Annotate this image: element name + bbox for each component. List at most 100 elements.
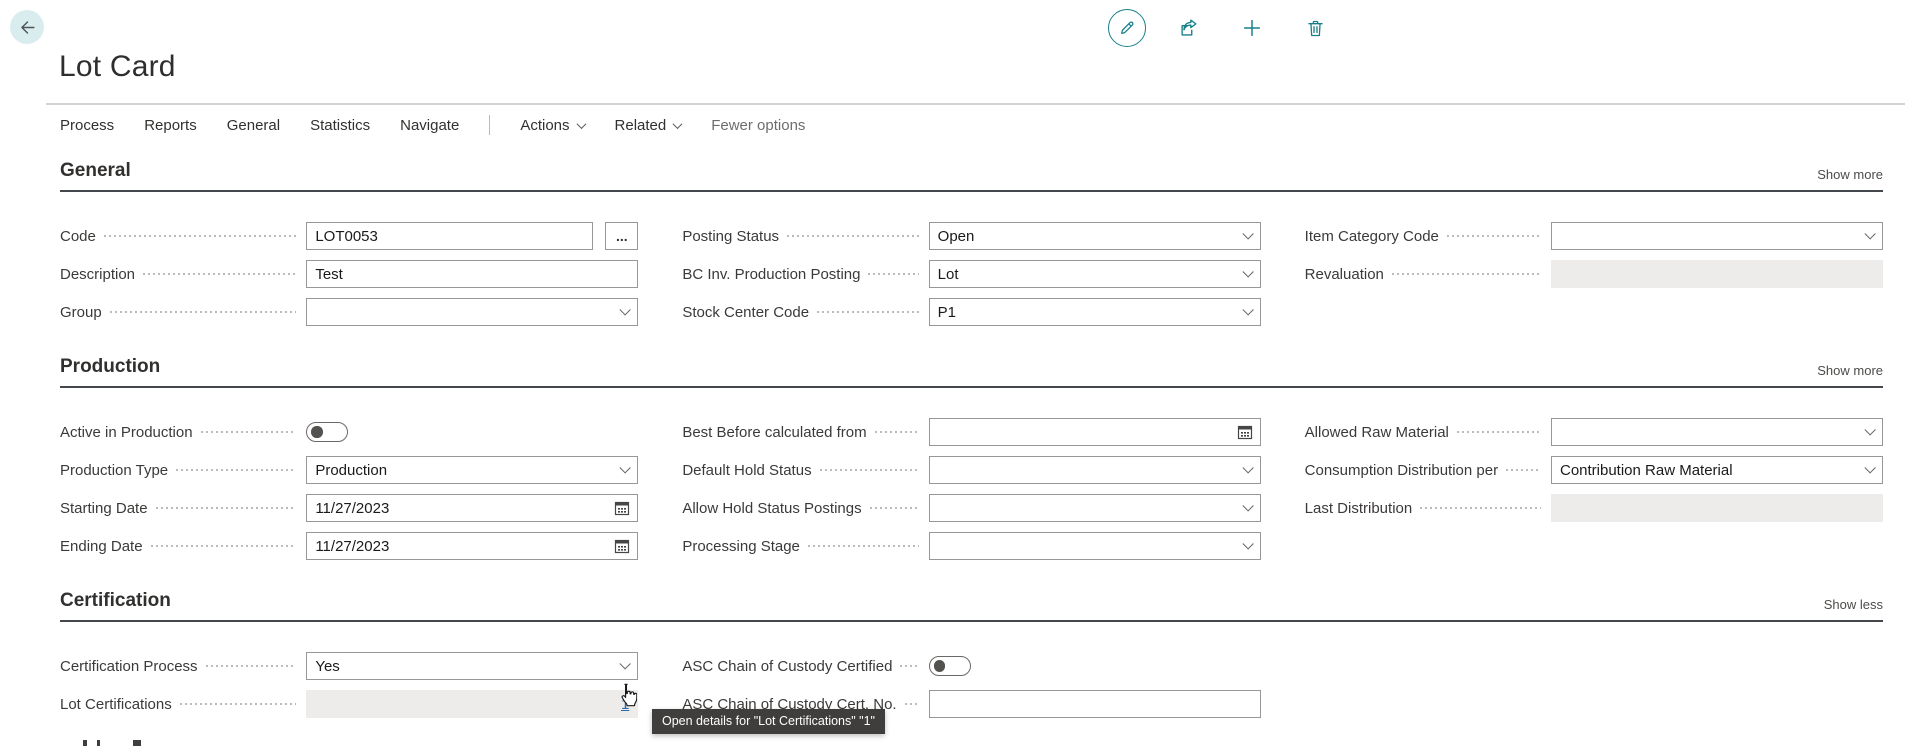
item-category-code-combobox[interactable] bbox=[1551, 222, 1883, 250]
back-arrow-icon bbox=[18, 18, 37, 37]
dotted-leader bbox=[180, 703, 297, 705]
section-rule bbox=[60, 386, 1883, 388]
new-button[interactable] bbox=[1232, 8, 1272, 48]
processing-stage-combobox[interactable] bbox=[929, 532, 1261, 560]
field-label: Item Category Code bbox=[1305, 228, 1439, 245]
show-more-link-production[interactable]: Show more bbox=[1817, 363, 1883, 380]
field-best-before: Best Before calculated from bbox=[682, 418, 1260, 446]
chevron-down-icon bbox=[1864, 424, 1875, 435]
fewer-options-link[interactable]: Fewer options bbox=[711, 117, 805, 134]
chevron-down-icon bbox=[1242, 266, 1253, 277]
field-label: Posting Status bbox=[682, 228, 779, 245]
combobox-value: Open bbox=[938, 228, 975, 245]
section-rule bbox=[60, 190, 1883, 192]
starting-date-input[interactable] bbox=[306, 494, 638, 522]
field-allowed-raw-material: Allowed Raw Material bbox=[1305, 418, 1883, 446]
clipped-section-heading bbox=[83, 740, 87, 746]
show-more-link-general[interactable]: Show more bbox=[1817, 167, 1883, 184]
chevron-down-icon bbox=[620, 658, 631, 669]
delete-button[interactable] bbox=[1295, 8, 1335, 48]
field-label: Group bbox=[60, 304, 102, 321]
show-less-link-certification[interactable]: Show less bbox=[1824, 597, 1883, 614]
chevron-down-icon bbox=[620, 304, 631, 315]
assist-edit-button[interactable]: ... bbox=[605, 222, 638, 250]
title-divider bbox=[46, 103, 1905, 105]
calendar-icon[interactable] bbox=[614, 500, 630, 516]
field-bc-inv-production-posting: BC Inv. Production Posting Lot bbox=[682, 260, 1260, 288]
allow-hold-status-postings-combobox[interactable] bbox=[929, 494, 1261, 522]
lot-card-page: Lot Card Process Reports General Statist… bbox=[0, 0, 1923, 746]
field-label: Allowed Raw Material bbox=[1305, 424, 1449, 441]
menu-item-statistics[interactable]: Statistics bbox=[310, 117, 370, 134]
revaluation-disabled-field bbox=[1551, 260, 1883, 288]
stock-center-code-combobox[interactable]: P1 bbox=[929, 298, 1261, 326]
field-posting-status: Posting Status Open bbox=[682, 222, 1260, 250]
field-lot-certifications: Lot Certifications 1 bbox=[60, 690, 638, 718]
toggle-knob bbox=[934, 660, 946, 672]
menu-item-general[interactable]: General bbox=[227, 117, 280, 134]
menu-related-dropdown[interactable]: Related bbox=[615, 117, 682, 134]
dotted-leader bbox=[1392, 273, 1541, 275]
active-in-production-toggle[interactable] bbox=[306, 422, 348, 442]
chevron-down-icon bbox=[1242, 500, 1253, 511]
lot-certifications-field: 1 bbox=[306, 690, 638, 718]
field-code: Code ... bbox=[60, 222, 638, 250]
edit-button[interactable] bbox=[1108, 9, 1146, 47]
chevron-down-icon bbox=[673, 119, 683, 129]
default-hold-status-combobox[interactable] bbox=[929, 456, 1261, 484]
consumption-distribution-per-combobox[interactable]: Contribution Raw Material bbox=[1551, 456, 1883, 484]
field-default-hold-status: Default Hold Status bbox=[682, 456, 1260, 484]
asc-chain-of-custody-certified-toggle[interactable] bbox=[929, 656, 971, 676]
certification-process-combobox[interactable]: Yes bbox=[306, 652, 638, 680]
ending-date-input[interactable] bbox=[306, 532, 638, 560]
menu-item-navigate[interactable]: Navigate bbox=[400, 117, 459, 134]
field-ending-date: Ending Date bbox=[60, 532, 638, 560]
menu-actions-dropdown[interactable]: Actions bbox=[520, 117, 584, 134]
dotted-leader bbox=[787, 235, 919, 237]
dotted-leader bbox=[176, 469, 296, 471]
field-stock-center-code: Stock Center Code P1 bbox=[682, 298, 1260, 326]
field-label: Allow Hold Status Postings bbox=[682, 500, 861, 517]
menu-item-reports[interactable]: Reports bbox=[144, 117, 197, 134]
allowed-raw-material-combobox[interactable] bbox=[1551, 418, 1883, 446]
calendar-icon[interactable] bbox=[1237, 424, 1253, 440]
share-button[interactable] bbox=[1169, 8, 1209, 48]
asc-chain-of-custody-cert-no-input[interactable] bbox=[929, 690, 1261, 718]
dotted-leader bbox=[820, 469, 919, 471]
description-input[interactable] bbox=[306, 260, 638, 288]
group-combobox[interactable] bbox=[306, 298, 638, 326]
clipped-section-heading bbox=[133, 740, 141, 746]
posting-status-combobox[interactable]: Open bbox=[929, 222, 1261, 250]
dotted-leader bbox=[817, 311, 919, 313]
production-type-combobox[interactable]: Production bbox=[306, 456, 638, 484]
clipped-section-heading bbox=[97, 740, 100, 746]
code-input[interactable] bbox=[306, 222, 593, 250]
back-button[interactable] bbox=[10, 10, 44, 44]
chevron-down-icon bbox=[576, 119, 586, 129]
field-label: Revaluation bbox=[1305, 266, 1384, 283]
section-rule bbox=[60, 620, 1883, 622]
trash-icon bbox=[1305, 18, 1326, 39]
pencil-icon bbox=[1117, 18, 1137, 38]
field-label: Best Before calculated from bbox=[682, 424, 866, 441]
field-item-category-code: Item Category Code bbox=[1305, 222, 1883, 250]
field-label: Stock Center Code bbox=[682, 304, 809, 321]
field-asc-chain-of-custody-certified: ASC Chain of Custody Certified bbox=[682, 652, 1260, 680]
field-label: Active in Production bbox=[60, 424, 193, 441]
bc-inv-production-posting-combobox[interactable]: Lot bbox=[929, 260, 1261, 288]
dotted-leader bbox=[875, 431, 919, 433]
field-label: Last Distribution bbox=[1305, 500, 1413, 517]
dotted-leader bbox=[868, 273, 918, 275]
field-revaluation: Revaluation bbox=[1305, 260, 1883, 288]
section-general: General Show more Code ... Descriptio bbox=[60, 158, 1883, 326]
field-production-type: Production Type Production bbox=[60, 456, 638, 484]
dotted-leader bbox=[870, 507, 919, 509]
section-title-production: Production bbox=[60, 354, 160, 380]
field-consumption-distribution-per: Consumption Distribution per Contributio… bbox=[1305, 456, 1883, 484]
menu-item-process[interactable]: Process bbox=[60, 117, 114, 134]
field-certification-process: Certification Process Yes bbox=[60, 652, 638, 680]
calendar-icon[interactable] bbox=[614, 538, 630, 554]
best-before-input[interactable] bbox=[929, 418, 1261, 446]
dotted-leader bbox=[201, 431, 297, 433]
lot-certifications-drilldown-link[interactable]: 1 bbox=[621, 696, 629, 713]
